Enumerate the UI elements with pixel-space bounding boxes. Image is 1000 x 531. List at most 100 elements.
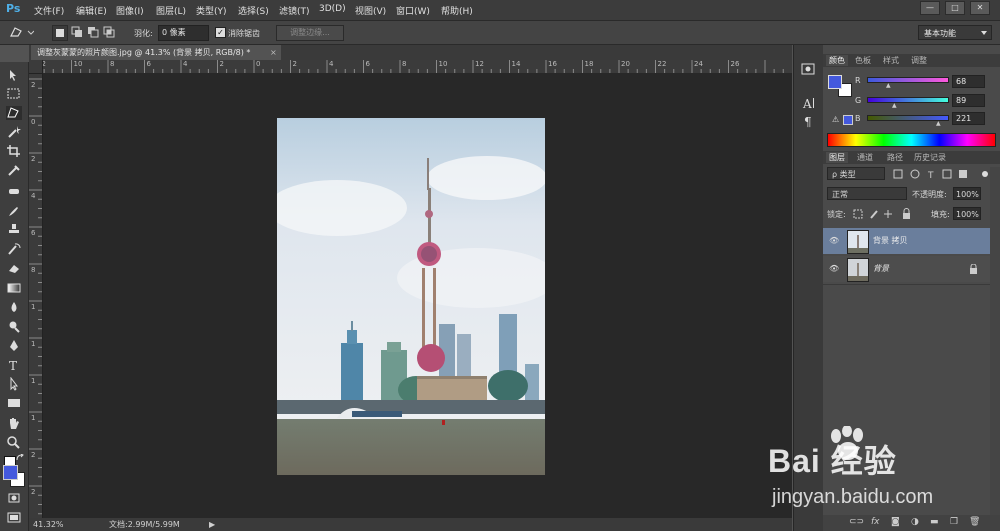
- magic-wand-tool-icon[interactable]: [6, 125, 22, 139]
- ruler-label: 2: [219, 60, 224, 68]
- document-tab-close-icon[interactable]: ×: [270, 45, 277, 60]
- intersect-selection-icon[interactable]: [102, 25, 116, 39]
- dodge-tool-icon[interactable]: [6, 319, 22, 333]
- status-menu-arrow-icon[interactable]: ▶: [209, 518, 215, 531]
- adjustment-layer-icon[interactable]: ◑: [911, 517, 919, 527]
- tab-paths[interactable]: 路径: [887, 152, 903, 163]
- gamut-color-chip[interactable]: [843, 115, 853, 125]
- menu-image[interactable]: 图像(I): [116, 4, 144, 17]
- layer-filter-icons[interactable]: T: [893, 168, 991, 181]
- layer-filter-select[interactable]: ρ 类型: [827, 167, 885, 180]
- move-tool-icon[interactable]: [6, 68, 22, 82]
- color-panel-foreground-swatch[interactable]: [828, 75, 842, 89]
- polygon-lasso-tool-icon[interactable]: [6, 106, 22, 120]
- menu-file[interactable]: 文件(F): [34, 4, 64, 17]
- menu-3d[interactable]: 3D(D): [319, 4, 346, 14]
- channel-b-thumb[interactable]: ▲: [936, 120, 941, 127]
- character-panel-icon[interactable]: A: [801, 96, 815, 111]
- lock-icons[interactable]: [853, 208, 917, 220]
- link-layers-icon[interactable]: ⊂⊃: [849, 517, 864, 527]
- visibility-eye-icon[interactable]: 👁: [829, 264, 839, 273]
- fx-icon[interactable]: fx: [871, 517, 880, 527]
- add-mask-icon[interactable]: ◙: [891, 517, 900, 527]
- channel-r-value[interactable]: 68: [952, 75, 985, 88]
- tab-color[interactable]: 颜色: [826, 55, 848, 66]
- layer-name[interactable]: 背景 拷贝: [873, 235, 908, 246]
- menu-edit[interactable]: 编辑(E): [76, 4, 107, 17]
- channel-b-value[interactable]: 221: [952, 112, 985, 125]
- foreground-color-swatch[interactable]: [3, 465, 18, 480]
- document-tab[interactable]: 调整灰蒙蒙的照片颜图.jpg @ 41.3% (背景 拷贝, RGB/8) * …: [31, 45, 281, 60]
- channel-g-label: G: [855, 96, 862, 105]
- type-tool-icon[interactable]: T: [6, 358, 22, 373]
- layers-scrollbar[interactable]: [990, 167, 1000, 517]
- gradient-tool-icon[interactable]: [6, 281, 22, 295]
- menu-type[interactable]: 类型(Y): [196, 4, 227, 17]
- layer-row-background[interactable]: 👁 背景: [823, 256, 990, 282]
- new-selection-icon[interactable]: [52, 25, 68, 41]
- marquee-tool-icon[interactable]: [6, 87, 22, 101]
- close-window-button[interactable]: ✕: [970, 1, 990, 15]
- hand-tool-icon[interactable]: [6, 416, 22, 430]
- minimize-button[interactable]: —: [920, 1, 940, 15]
- swap-colors-icon[interactable]: [16, 453, 24, 462]
- path-selection-tool-icon[interactable]: [6, 376, 22, 391]
- opacity-input[interactable]: 100%: [953, 187, 981, 200]
- visibility-eye-icon[interactable]: 👁: [829, 236, 839, 245]
- zoom-level[interactable]: 41.32%: [33, 518, 64, 531]
- properties-panel-icon[interactable]: [801, 62, 815, 76]
- menu-window[interactable]: 窗口(W): [396, 4, 430, 17]
- clone-stamp-tool-icon[interactable]: [6, 222, 22, 236]
- menu-select[interactable]: 选择(S): [238, 4, 269, 17]
- tab-channels[interactable]: 通道: [857, 152, 873, 163]
- menu-view[interactable]: 视图(V): [355, 4, 386, 17]
- menu-help[interactable]: 帮助(H): [441, 4, 473, 17]
- new-group-icon[interactable]: ▬: [930, 517, 939, 527]
- polygon-lasso-preset-icon[interactable]: [8, 25, 35, 39]
- refine-edge-button[interactable]: 调整边缘...: [276, 25, 344, 41]
- new-layer-icon[interactable]: ❐: [950, 517, 958, 527]
- channel-g-thumb[interactable]: ▲: [892, 102, 897, 109]
- tab-adjustments[interactable]: 调整: [911, 55, 927, 66]
- ruler-label: 1: [31, 340, 36, 348]
- feather-input[interactable]: 0 像素: [158, 25, 209, 41]
- tab-styles[interactable]: 样式: [883, 55, 899, 66]
- crop-tool-icon[interactable]: [6, 144, 22, 158]
- history-brush-tool-icon[interactable]: [6, 242, 22, 256]
- ruler-label: 18: [584, 60, 594, 68]
- quick-mask-icon[interactable]: [6, 491, 22, 505]
- color-spectrum-ramp[interactable]: [827, 133, 996, 147]
- eraser-tool-icon[interactable]: [6, 261, 22, 275]
- tab-layers[interactable]: 图层: [826, 152, 848, 163]
- rectangle-tool-icon[interactable]: [6, 396, 22, 410]
- maximize-button[interactable]: □: [945, 1, 965, 15]
- zoom-tool-icon[interactable]: [6, 435, 22, 449]
- menu-filter[interactable]: 滤镜(T): [279, 4, 310, 17]
- delete-layer-icon[interactable]: 🗑: [969, 517, 980, 527]
- channel-r-slider[interactable]: [867, 77, 949, 83]
- workspace-chevron-icon[interactable]: [980, 29, 988, 40]
- pen-tool-icon[interactable]: [6, 339, 22, 353]
- channel-g-value[interactable]: 89: [952, 94, 985, 107]
- channel-g-slider[interactable]: [867, 97, 949, 103]
- gamut-warning-icon[interactable]: ⚠: [832, 115, 839, 124]
- blend-mode-select[interactable]: 正常: [827, 187, 907, 200]
- blur-tool-icon[interactable]: [6, 300, 22, 314]
- ruler-origin[interactable]: [29, 60, 43, 74]
- tab-history[interactable]: 历史记录: [914, 152, 946, 163]
- eyedropper-tool-icon[interactable]: [6, 163, 22, 177]
- add-selection-icon[interactable]: [70, 25, 84, 39]
- document-image[interactable]: [277, 118, 545, 475]
- tab-swatches[interactable]: 色板: [855, 55, 871, 66]
- channel-r-thumb[interactable]: ▲: [886, 82, 891, 89]
- layer-row-background-copy[interactable]: 👁 背景 拷贝: [823, 228, 990, 254]
- subtract-selection-icon[interactable]: [86, 25, 100, 39]
- screen-mode-icon[interactable]: [6, 511, 22, 525]
- brush-tool-icon[interactable]: [6, 204, 22, 218]
- paragraph-panel-icon[interactable]: ¶: [801, 114, 815, 129]
- menu-layer[interactable]: 图层(L): [156, 4, 186, 17]
- healing-brush-tool-icon[interactable]: [6, 184, 22, 198]
- antialias-checkbox[interactable]: ✓: [215, 27, 226, 38]
- layer-name[interactable]: 背景: [873, 263, 889, 274]
- fill-input[interactable]: 100%: [953, 207, 981, 220]
